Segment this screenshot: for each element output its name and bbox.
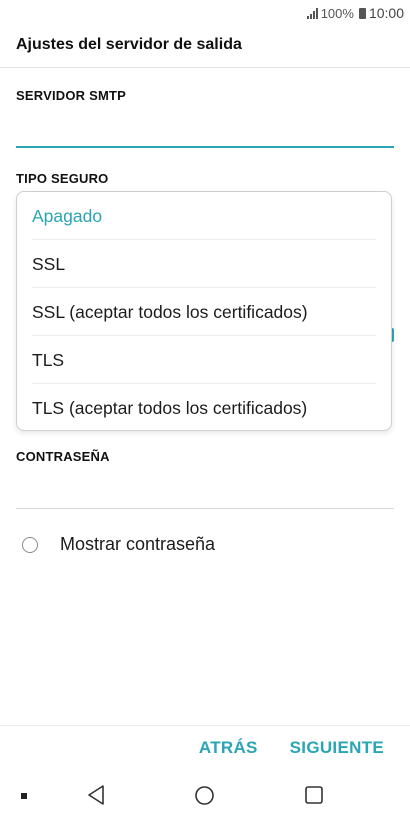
option-tls[interactable]: TLS — [17, 336, 391, 384]
option-ssl[interactable]: SSL — [17, 240, 391, 288]
header-divider — [0, 67, 410, 68]
recent-apps-icon[interactable] — [304, 785, 324, 805]
status-bar: 100% 10:00 — [0, 0, 410, 26]
next-button[interactable]: SIGUIENTE — [290, 738, 384, 758]
back-button[interactable]: ATRÁS — [199, 738, 258, 758]
back-icon[interactable] — [86, 784, 106, 806]
smtp-server-input[interactable] — [16, 146, 394, 148]
page-title: Ajustes del servidor de salida — [16, 36, 242, 53]
option-off[interactable]: Apagado — [17, 192, 391, 240]
footer-divider — [0, 725, 410, 726]
option-ssl-accept-all[interactable]: SSL (aceptar todos los certificados) — [17, 288, 391, 336]
password-input[interactable] — [16, 508, 394, 509]
home-icon[interactable] — [194, 785, 215, 806]
show-password-option[interactable]: Mostrar contraseña — [22, 534, 215, 555]
security-type-dropdown[interactable]: Apagado SSL SSL (aceptar todos los certi… — [16, 191, 392, 431]
battery-percent: 100% — [320, 5, 354, 21]
navigation-bar — [0, 772, 410, 820]
show-password-label: Mostrar contraseña — [60, 534, 216, 554]
signal-icon — [306, 7, 318, 19]
clock: 10:00 — [368, 5, 404, 21]
action-buttons: ATRÁS SIGUIENTE — [199, 738, 384, 758]
show-password-checkbox[interactable] — [22, 536, 38, 553]
dot-icon[interactable] — [21, 793, 27, 799]
security-type-label: TIPO SEGURO — [16, 171, 109, 186]
battery-icon — [358, 7, 366, 19]
smtp-server-label: SERVIDOR SMTP — [16, 88, 126, 103]
option-tls-accept-all[interactable]: TLS (aceptar todos los certificados) — [17, 384, 391, 432]
password-label: CONTRASEÑA — [16, 449, 110, 464]
